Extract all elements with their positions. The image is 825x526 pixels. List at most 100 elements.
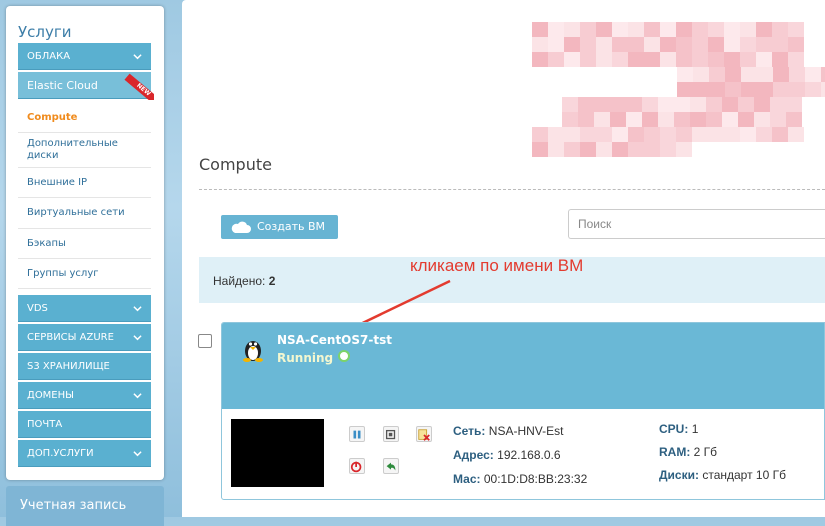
- pixel-block: [754, 97, 770, 112]
- pixel-block: [532, 142, 548, 157]
- pixel-block: [612, 22, 628, 37]
- undo-arrow-icon: [386, 462, 396, 471]
- pixel-block: [580, 37, 596, 52]
- vm-select-checkbox[interactable]: [198, 334, 212, 348]
- vm-cpu: CPU: 1: [659, 422, 698, 436]
- power-off-button[interactable]: [349, 458, 365, 474]
- sidebar-subitem-compute[interactable]: Compute: [18, 103, 151, 133]
- pixel-block: [596, 37, 612, 52]
- console-icon: [385, 429, 396, 440]
- pixel-block: [626, 112, 642, 127]
- pixel-block: [564, 142, 580, 157]
- pixel-block: [612, 52, 628, 67]
- pixel-block: [532, 22, 548, 37]
- pixel-block: [754, 112, 770, 127]
- restore-button[interactable]: [383, 458, 399, 474]
- pixel-block: [532, 127, 548, 142]
- pixel-block: [580, 142, 596, 157]
- pixel-block: [674, 112, 690, 127]
- pixel-block: [628, 22, 644, 37]
- sidebar-item-label: S3 ХРАНИЛИЩЕ: [27, 361, 110, 372]
- pixel-block: [821, 67, 825, 82]
- pixel-block: [740, 127, 756, 142]
- sidebar-subitem-backups[interactable]: Бэкапы: [18, 229, 151, 259]
- vm-disks: Диски: стандарт 10 Гб: [659, 468, 786, 482]
- sidebar-subitem-service-groups[interactable]: Группы услуг: [18, 259, 151, 289]
- pixel-block: [690, 112, 706, 127]
- pixel-block: [676, 52, 692, 67]
- vm-console-preview[interactable]: [231, 419, 324, 487]
- pixel-block: [642, 97, 658, 112]
- pixel-block: [674, 97, 690, 112]
- vm-ram: RAM: 2 Гб: [659, 445, 717, 459]
- delete-button[interactable]: [416, 426, 432, 442]
- address-label: Адрес:: [453, 448, 494, 462]
- chevron-down-icon: [133, 451, 142, 457]
- sidebar-item-label: Elastic Cloud: [27, 79, 98, 92]
- pixel-block: [740, 37, 756, 52]
- pixel-block: [677, 82, 693, 97]
- pixel-block: [628, 37, 644, 52]
- pixel-block: [676, 142, 692, 157]
- pixel-block: [660, 52, 676, 67]
- sidebar-subitem-extra-disks[interactable]: Дополнительные диски: [18, 133, 151, 168]
- account-label: Учетная запись: [20, 498, 127, 513]
- sidebar-item-label: ПОЧТА: [27, 419, 63, 430]
- pixel-block: [805, 82, 821, 97]
- pixel-block: [660, 37, 676, 52]
- pixel-block: [676, 37, 692, 52]
- pixel-block: [612, 37, 628, 52]
- pixel-block: [596, 127, 612, 142]
- pixel-block: [564, 37, 580, 52]
- ram-label: RAM:: [659, 445, 691, 459]
- pixel-block: [722, 112, 738, 127]
- pixel-block: [578, 112, 594, 127]
- pixel-block: [708, 22, 724, 37]
- pixel-block: [562, 112, 578, 127]
- pixel-block: [708, 52, 724, 67]
- pixel-block: [805, 67, 821, 82]
- pixel-block: [596, 52, 612, 67]
- create-vm-button[interactable]: Создать ВМ: [221, 215, 338, 239]
- pixel-block: [708, 37, 724, 52]
- disks-value: стандарт 10 Гб: [702, 468, 786, 482]
- sidebar-title: Услуги: [18, 23, 72, 41]
- pixel-block: [548, 22, 564, 37]
- delete-icon: [418, 429, 430, 441]
- pixel-block: [788, 52, 804, 67]
- pixel-block: [756, 37, 772, 52]
- sidebar-item-azure[interactable]: СЕРВИСЫ AZURE: [18, 324, 151, 351]
- search-input[interactable]: Поиск: [568, 209, 825, 239]
- sidebar-item-extra-services[interactable]: ДОП.УСЛУГИ: [18, 440, 151, 467]
- account-section[interactable]: Учетная запись: [6, 486, 164, 526]
- sidebar-item-mail[interactable]: ПОЧТА: [18, 411, 151, 438]
- pixel-block: [693, 82, 709, 97]
- pixel-block: [741, 82, 757, 97]
- sidebar-item-label: ДОМЕНЫ: [27, 390, 74, 401]
- sidebar-subitem-virtual-networks[interactable]: Виртуальные сети: [18, 198, 151, 229]
- pixel-block: [644, 22, 660, 37]
- pixel-block: [626, 97, 642, 112]
- cpu-label: CPU:: [659, 422, 689, 436]
- pixel-block: [772, 127, 788, 142]
- sidebar-item-s3[interactable]: S3 ХРАНИЛИЩЕ: [18, 353, 151, 380]
- vm-status: Running: [277, 351, 334, 365]
- pixel-block: [580, 127, 596, 142]
- sidebar-item-vds[interactable]: VDS: [18, 295, 151, 322]
- pixel-block: [756, 127, 772, 142]
- console-button[interactable]: [383, 426, 399, 442]
- pixel-block: [773, 67, 789, 82]
- pause-button[interactable]: [349, 426, 365, 442]
- pixel-block: [660, 127, 676, 142]
- sidebar-subitem-external-ip[interactable]: Внешние IP: [18, 168, 151, 198]
- vm-name-link[interactable]: NSA-CentOS7-tst: [277, 333, 392, 347]
- pixel-block: [724, 37, 740, 52]
- sidebar-item-domains[interactable]: ДОМЕНЫ: [18, 382, 151, 409]
- pixel-block: [690, 97, 706, 112]
- page-title: Compute: [199, 155, 272, 174]
- sidebar-item-clouds[interactable]: ОБЛАКА: [18, 43, 151, 70]
- pixel-block: [724, 22, 740, 37]
- pixel-block: [612, 127, 628, 142]
- pixel-block: [644, 52, 660, 67]
- pixel-block: [548, 37, 564, 52]
